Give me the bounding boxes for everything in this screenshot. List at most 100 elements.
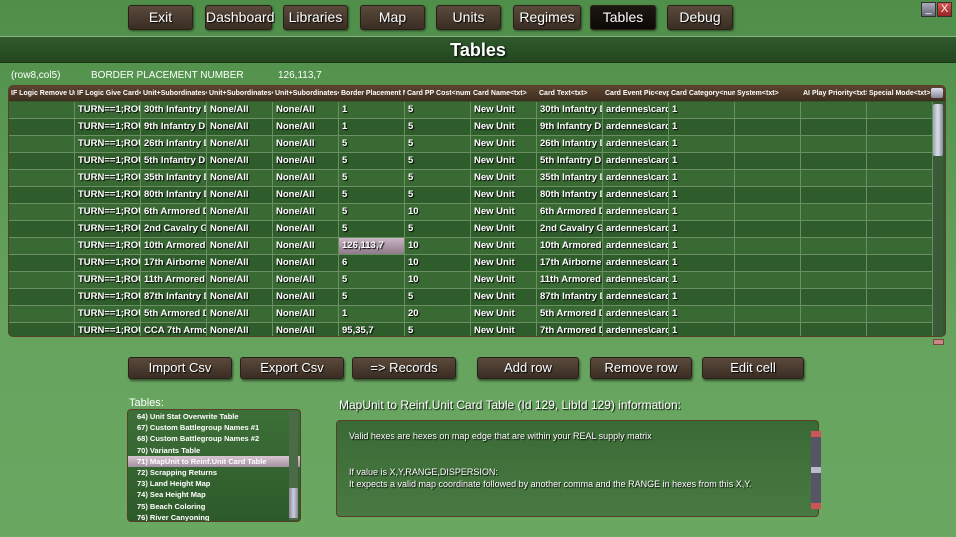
table-cell[interactable]: 1 bbox=[669, 238, 735, 254]
column-header[interactable]: Card Category<num bbox=[669, 86, 735, 101]
table-cell[interactable] bbox=[9, 187, 75, 203]
export-csv-button[interactable]: Export Csv bbox=[240, 357, 344, 379]
table-cell[interactable]: 1 bbox=[669, 306, 735, 322]
table-cell[interactable]: None/All bbox=[273, 119, 339, 135]
table-cell[interactable] bbox=[9, 221, 75, 237]
table-cell[interactable] bbox=[735, 221, 801, 237]
table-cell[interactable]: TURN==1;ROU bbox=[75, 136, 141, 152]
table-cell[interactable]: New Unit bbox=[471, 102, 537, 118]
table-cell[interactable]: TURN==1;ROU bbox=[75, 170, 141, 186]
table-cell[interactable] bbox=[867, 238, 933, 254]
table-cell[interactable]: New Unit bbox=[471, 119, 537, 135]
table-cell[interactable]: ardennes\cards bbox=[603, 187, 669, 203]
table-row[interactable]: TURN==1;ROU CCA 7th Armor None/All None/All… bbox=[9, 323, 933, 336]
table-cell[interactable]: 80th Infantry Di bbox=[537, 187, 603, 203]
table-cell[interactable] bbox=[735, 255, 801, 271]
table-cell[interactable]: 6th Armored Div bbox=[141, 204, 207, 220]
table-cell[interactable]: TURN==1;ROU bbox=[75, 306, 141, 322]
table-cell[interactable]: 1 bbox=[669, 102, 735, 118]
table-cell[interactable] bbox=[9, 323, 75, 336]
table-cell[interactable]: 26th Infantry Di bbox=[537, 136, 603, 152]
table-cell[interactable]: 5 bbox=[405, 136, 471, 152]
table-cell[interactable]: 1 bbox=[669, 221, 735, 237]
table-cell[interactable]: TURN==1;ROU bbox=[75, 272, 141, 288]
table-cell[interactable]: 5th Armored Div bbox=[537, 306, 603, 322]
table-cell[interactable]: 30th Infantry Di bbox=[537, 102, 603, 118]
table-cell[interactable]: ardennes\cards bbox=[603, 153, 669, 169]
table-cell[interactable]: 5 bbox=[405, 187, 471, 203]
table-cell[interactable]: TURN==1;ROU bbox=[75, 255, 141, 271]
table-cell[interactable] bbox=[9, 136, 75, 152]
table-cell[interactable]: ardennes\cards bbox=[603, 289, 669, 305]
table-cell[interactable]: 1 bbox=[669, 272, 735, 288]
table-cell[interactable]: TURN==1;ROU bbox=[75, 289, 141, 305]
resize-handle[interactable] bbox=[933, 339, 944, 345]
column-header[interactable]: Unit+Subordinates< bbox=[273, 86, 339, 101]
table-cell[interactable] bbox=[9, 272, 75, 288]
table-cell[interactable]: 1 bbox=[669, 119, 735, 135]
table-cell[interactable]: TURN==1;ROU bbox=[75, 323, 141, 336]
table-list-item[interactable]: 75) Beach Coloring bbox=[128, 501, 300, 512]
table-cell[interactable]: 5 bbox=[339, 153, 405, 169]
table-cell[interactable]: 1 bbox=[669, 187, 735, 203]
records-button[interactable]: => Records bbox=[352, 357, 456, 379]
table-cell[interactable] bbox=[867, 204, 933, 220]
table-cell[interactable]: None/All bbox=[273, 272, 339, 288]
nav-units[interactable]: Units bbox=[436, 5, 501, 30]
table-list-item[interactable]: 67) Custom Battlegroup Names #1 bbox=[128, 422, 300, 433]
table-cell[interactable]: 11th Armored D bbox=[141, 272, 207, 288]
table-cell[interactable]: None/All bbox=[207, 255, 273, 271]
table-cell[interactable]: ardennes\cards bbox=[603, 119, 669, 135]
table-cell[interactable]: 5 bbox=[339, 289, 405, 305]
table-cell[interactable] bbox=[801, 238, 867, 254]
table-cell[interactable]: None/All bbox=[273, 102, 339, 118]
column-header[interactable]: Card Event Pic<evpi bbox=[603, 86, 669, 101]
table-cell[interactable]: ardennes\cards bbox=[603, 170, 669, 186]
table-cell[interactable]: None/All bbox=[207, 238, 273, 254]
table-cell[interactable] bbox=[867, 102, 933, 118]
table-cell[interactable]: ardennes\cards bbox=[603, 306, 669, 322]
table-cell[interactable]: 5 bbox=[405, 289, 471, 305]
table-cell[interactable]: New Unit bbox=[471, 306, 537, 322]
table-cell[interactable]: 5 bbox=[405, 170, 471, 186]
table-cell[interactable]: None/All bbox=[207, 102, 273, 118]
table-cell[interactable]: None/All bbox=[207, 289, 273, 305]
column-header[interactable]: Unit+Subordinates< bbox=[207, 86, 273, 101]
table-row[interactable]: TURN==1;ROU11th Armored DNone/AllNone/Al… bbox=[9, 272, 933, 289]
table-cell[interactable] bbox=[9, 289, 75, 305]
column-header[interactable]: Unit+Subordinates< bbox=[141, 86, 207, 101]
table-cell[interactable]: 20 bbox=[405, 306, 471, 322]
table-cell[interactable] bbox=[9, 306, 75, 322]
edit-cell-button[interactable]: Edit cell bbox=[702, 357, 804, 379]
table-cell[interactable]: None/All bbox=[207, 323, 273, 336]
table-list-item[interactable]: 64) Unit Stat Overwrite Table bbox=[128, 411, 300, 422]
remove-row-button[interactable]: Remove row bbox=[590, 357, 692, 379]
table-cell[interactable]: New Unit bbox=[471, 221, 537, 237]
table-cell[interactable]: 10th Armored D bbox=[141, 238, 207, 254]
table-cell[interactable]: 5th Infantry Divi bbox=[537, 153, 603, 169]
table-cell[interactable]: None/All bbox=[207, 221, 273, 237]
table-cell[interactable] bbox=[867, 306, 933, 322]
table-cell[interactable] bbox=[801, 323, 867, 336]
table-cell[interactable]: 5 bbox=[405, 102, 471, 118]
table-cell[interactable]: 6 bbox=[339, 255, 405, 271]
table-cell[interactable] bbox=[801, 272, 867, 288]
table-cell[interactable] bbox=[867, 153, 933, 169]
nav-exit[interactable]: Exit bbox=[128, 5, 193, 30]
table-cell[interactable]: 1 bbox=[669, 136, 735, 152]
table-cell[interactable]: None/All bbox=[207, 306, 273, 322]
table-cell[interactable]: 126,113,7 bbox=[339, 238, 405, 254]
table-cell[interactable] bbox=[9, 119, 75, 135]
table-cell[interactable]: TURN==1;ROU bbox=[75, 238, 141, 254]
table-cell[interactable]: 5th Infantry Divi bbox=[141, 153, 207, 169]
minimize-button[interactable]: _ bbox=[921, 2, 936, 17]
table-cell[interactable]: 7th Armored Div bbox=[537, 323, 603, 336]
table-cell[interactable]: 1 bbox=[669, 289, 735, 305]
table-cell[interactable] bbox=[801, 136, 867, 152]
table-cell[interactable]: 6th Armored Div bbox=[537, 204, 603, 220]
table-cell[interactable]: 5 bbox=[339, 187, 405, 203]
table-cell[interactable]: None/All bbox=[273, 289, 339, 305]
column-header[interactable]: IF Logic Remove Un bbox=[9, 86, 75, 101]
table-row[interactable]: TURN==1;ROU9th Infantry DiviNone/AllNone… bbox=[9, 119, 933, 136]
table-cell[interactable]: None/All bbox=[207, 119, 273, 135]
